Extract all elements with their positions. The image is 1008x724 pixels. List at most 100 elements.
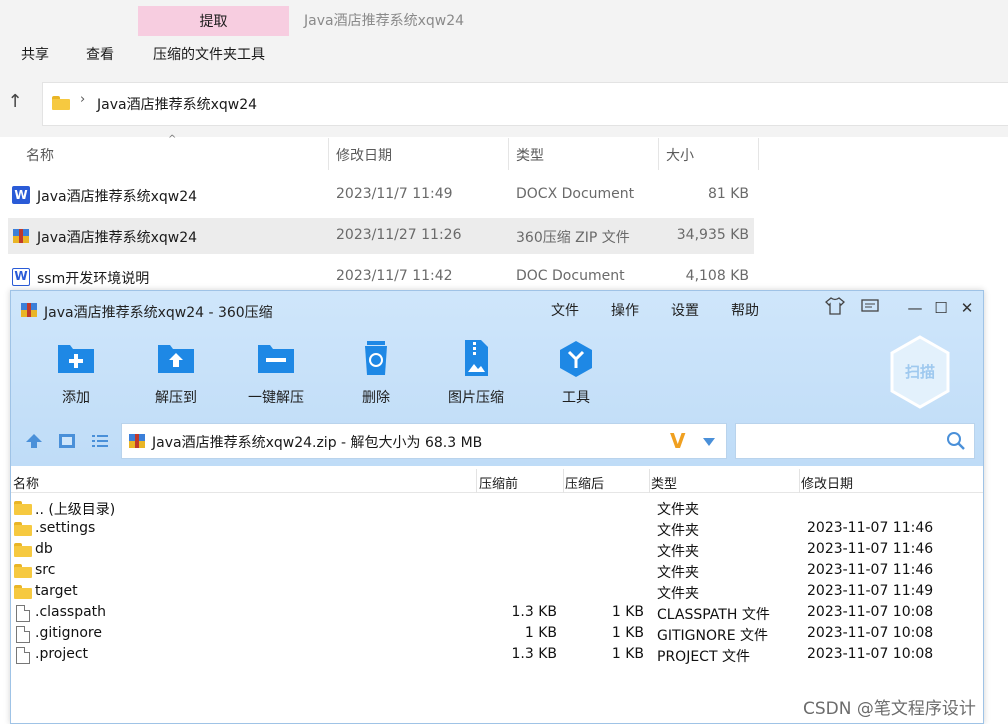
zip-archive-icon	[12, 227, 30, 245]
file-date: 2023/11/7 11:49	[336, 186, 453, 202]
zip-row-date: 2023-11-07 10:08	[807, 625, 934, 641]
explorer-window-title: Java酒店推荐系统xqw24	[304, 13, 465, 29]
column-size[interactable]: 大小	[666, 145, 694, 165]
one-click-extract-button[interactable]: 一键解压	[236, 339, 316, 407]
column-name[interactable]: 名称	[26, 145, 54, 165]
menu-compressed-folder-tools[interactable]: 压缩的文件夹工具	[153, 44, 265, 64]
file-type: DOC Document	[516, 268, 625, 284]
zip-search-input[interactable]	[735, 423, 975, 459]
menu-view[interactable]: 查看	[86, 44, 114, 64]
file-size: 4,108 KB	[685, 268, 749, 284]
zip-row[interactable]: .project 1.3 KB 1 KB PROJECT 文件 2023-11-…	[11, 645, 983, 666]
zip-column-header: 名称 压缩前 压缩后 类型 修改日期	[11, 469, 983, 493]
zip-row-name: src	[35, 562, 56, 578]
zip-row-before: 1 KB	[524, 625, 557, 641]
file-type: 360压缩 ZIP 文件	[516, 230, 630, 246]
file-row[interactable]: W Java酒店推荐系统xqw24 2023/11/7 11:49 DOCX D…	[8, 177, 754, 213]
zip-row[interactable]: target 文件夹 2023-11-07 11:49	[11, 582, 983, 603]
zip-window: Java酒店推荐系统xqw24 - 360压缩 文件 操作 设置 帮助 — ☐ …	[10, 290, 984, 724]
zip-column-name[interactable]: 名称	[13, 473, 39, 492]
zip-row-parent[interactable]: .. (上级目录) 文件夹	[11, 498, 983, 519]
zip-row-name: .. (上级目录)	[35, 502, 116, 518]
file-row-selected[interactable]: Java酒店推荐系统xqw24 2023/11/27 11:26 360压缩 Z…	[8, 218, 754, 254]
dropdown-arrow-icon[interactable]	[702, 435, 716, 451]
zip-row[interactable]: db 文件夹 2023-11-07 11:46	[11, 540, 983, 561]
image-compress-button[interactable]: 图片压缩	[436, 339, 516, 407]
zip-window-title: Java酒店推荐系统xqw24 - 360压缩	[44, 305, 273, 321]
folder-icon	[14, 584, 32, 600]
zip-row-type: 文件夹	[657, 502, 699, 518]
zip-row-after: 1 KB	[611, 604, 644, 620]
zip-row-date: 2023-11-07 11:46	[807, 541, 934, 557]
tool-label: 一键解压	[248, 390, 304, 406]
zip-row-type: PROJECT 文件	[657, 649, 750, 665]
menu-share[interactable]: 共享	[21, 44, 49, 64]
zip-row-after: 1 KB	[611, 646, 644, 662]
column-divider[interactable]	[658, 138, 659, 170]
zip-app-icon	[20, 301, 38, 323]
file-icon	[14, 647, 32, 664]
zip-row-date: 2023-11-07 11:46	[807, 562, 934, 578]
file-icon	[14, 605, 32, 622]
minimize-icon[interactable]: —	[904, 297, 926, 319]
zip-row-before: 1.3 KB	[511, 604, 558, 620]
extract-to-button[interactable]: 解压到	[136, 339, 216, 407]
tools-button[interactable]: 工具	[536, 339, 616, 407]
column-modified[interactable]: 修改日期	[336, 145, 392, 165]
zip-row[interactable]: .classpath 1.3 KB 1 KB CLASSPATH 文件 2023…	[11, 603, 983, 624]
list-view-icon[interactable]	[91, 433, 109, 453]
zip-row-type: 文件夹	[657, 565, 699, 581]
column-divider[interactable]	[328, 138, 329, 170]
column-divider[interactable]	[563, 469, 564, 493]
up-level-icon[interactable]	[25, 433, 43, 453]
column-divider[interactable]	[758, 138, 759, 170]
thumbnail-view-icon[interactable]	[58, 433, 76, 453]
zip-row-date: 2023-11-07 11:49	[807, 583, 934, 599]
image-compress-icon	[456, 339, 496, 379]
zip-row-name: .gitignore	[35, 625, 102, 641]
v-badge-icon: V	[670, 429, 686, 453]
watermark-text: CSDN @笔文程序设计	[803, 699, 976, 719]
zip-row-name: .settings	[35, 520, 96, 536]
file-name: Java酒店推荐系统xqw24	[37, 189, 198, 205]
zip-column-after[interactable]: 压缩后	[565, 473, 604, 492]
up-arrow-icon[interactable]: ↑	[6, 92, 24, 114]
zip-menu-file[interactable]: 文件	[551, 300, 579, 320]
column-divider[interactable]	[799, 469, 800, 493]
scan-button[interactable]: 扫描	[889, 335, 951, 409]
address-path: Java酒店推荐系统xqw24	[97, 97, 258, 113]
zip-path-bar: Java酒店推荐系统xqw24.zip - 解包大小为 68.3 MB V	[11, 421, 983, 466]
zip-column-type[interactable]: 类型	[651, 473, 677, 492]
feedback-icon[interactable]	[859, 297, 881, 319]
zip-row[interactable]: src 文件夹 2023-11-07 11:46	[11, 561, 983, 582]
close-icon[interactable]: ✕	[956, 297, 978, 319]
zip-row[interactable]: .gitignore 1 KB 1 KB GITIGNORE 文件 2023-1…	[11, 624, 983, 645]
column-type[interactable]: 类型	[516, 145, 544, 165]
folder-icon	[14, 563, 32, 579]
zip-menu-help[interactable]: 帮助	[731, 300, 759, 320]
zip-column-modified[interactable]: 修改日期	[801, 473, 853, 492]
zip-menu-operate[interactable]: 操作	[611, 300, 639, 320]
add-button[interactable]: 添加	[36, 339, 116, 407]
column-divider[interactable]	[508, 138, 509, 170]
tool-label: 图片压缩	[448, 390, 504, 406]
zip-row[interactable]: .settings 文件夹 2023-11-07 11:46	[11, 519, 983, 540]
zip-menu-settings[interactable]: 设置	[671, 300, 699, 320]
search-icon[interactable]	[946, 431, 966, 455]
column-divider[interactable]	[476, 469, 477, 493]
folder-icon	[14, 500, 32, 516]
column-divider[interactable]	[649, 469, 650, 493]
tool-label: 解压到	[155, 390, 197, 406]
ribbon-tab-extract[interactable]: 提取	[138, 6, 289, 36]
skin-shirt-icon[interactable]	[824, 297, 846, 319]
zip-column-before[interactable]: 压缩前	[479, 473, 518, 492]
trash-icon	[356, 339, 396, 379]
zip-row-type: 文件夹	[657, 544, 699, 560]
zip-row-name: .classpath	[35, 604, 107, 620]
maximize-icon[interactable]: ☐	[930, 297, 952, 319]
zip-row-after: 1 KB	[611, 625, 644, 641]
delete-button[interactable]: 删除	[336, 339, 416, 407]
zip-path-field[interactable]: Java酒店推荐系统xqw24.zip - 解包大小为 68.3 MB V	[121, 423, 727, 459]
file-icon	[14, 626, 32, 643]
word-doc-icon: W	[12, 268, 30, 286]
